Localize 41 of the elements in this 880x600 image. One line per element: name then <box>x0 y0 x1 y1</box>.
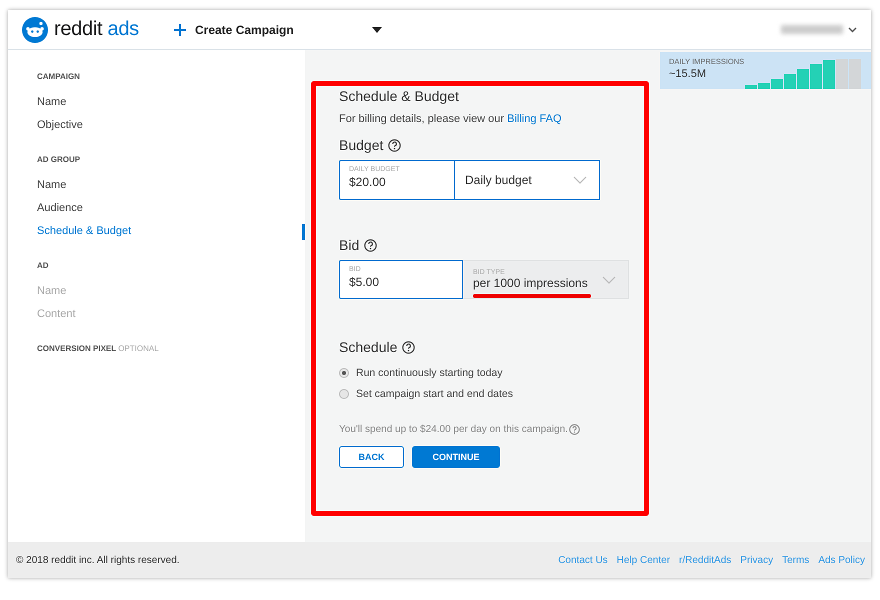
back-button[interactable]: BACK <box>339 446 404 468</box>
section-heading: Schedule <box>339 339 398 355</box>
logo-text: reddit ads <box>54 18 139 41</box>
footer-link[interactable]: Contact Us <box>558 554 608 566</box>
schedule-radio-option[interactable]: Run continuously starting today <box>339 367 644 379</box>
section-title: AD <box>37 261 50 270</box>
chevron-down-icon[interactable] <box>848 26 857 32</box>
blurred-username <box>781 25 843 34</box>
alien-mascot-icon <box>22 16 48 42</box>
help-icon[interactable] <box>388 138 402 152</box>
help-icon[interactable] <box>402 340 416 354</box>
sidebar-item[interactable]: Schedule & Budget <box>37 225 305 237</box>
impressions-value: ~15.5M <box>669 68 707 80</box>
section-title: CONVERSION PIXEL OPTIONAL <box>37 344 160 353</box>
form-title: Schedule & Budget <box>339 88 460 104</box>
schedule-radio-option[interactable]: Set campaign start and end dates <box>339 388 644 400</box>
copyright-text: © 2018 reddit inc. All rights reserved. <box>16 554 180 566</box>
sidebar-item[interactable]: Audience <box>37 202 305 214</box>
section-title: AD GROUP <box>37 155 82 164</box>
billing-faq-link[interactable]: Billing FAQ <box>507 113 562 125</box>
section-heading: Budget <box>339 137 384 153</box>
help-icon[interactable] <box>364 238 378 252</box>
footer-link[interactable]: Privacy <box>740 554 774 566</box>
sidebar-item[interactable]: Objective <box>37 119 305 131</box>
sidebar-item[interactable]: Name <box>37 179 305 191</box>
section-title: CAMPAIGN <box>37 72 81 81</box>
chevron-down-icon <box>602 276 616 284</box>
dropdown-caret-icon[interactable] <box>372 26 382 32</box>
chevron-down-icon <box>573 176 587 184</box>
footer-link[interactable]: Ads Policy <box>818 554 865 566</box>
sidebar-item[interactable]: Name <box>37 96 305 108</box>
continue-button[interactable]: CONTINUE <box>412 446 500 468</box>
spend-note: You'll spend up to $24.00 per day on this campaign. <box>339 424 568 435</box>
footer-link[interactable]: Terms <box>782 554 810 566</box>
plus-icon <box>174 24 186 36</box>
footer-link[interactable]: r/RedditAds <box>679 554 732 566</box>
budget-type-dropdown[interactable]: Daily budget <box>455 160 600 200</box>
section-heading: Bid <box>339 237 360 253</box>
billing-text: For billing details, please view our Billing FAQ <box>339 113 563 125</box>
create-campaign-button[interactable]: Create Campaign <box>174 22 294 36</box>
footer-link[interactable]: Help Center <box>616 554 670 566</box>
